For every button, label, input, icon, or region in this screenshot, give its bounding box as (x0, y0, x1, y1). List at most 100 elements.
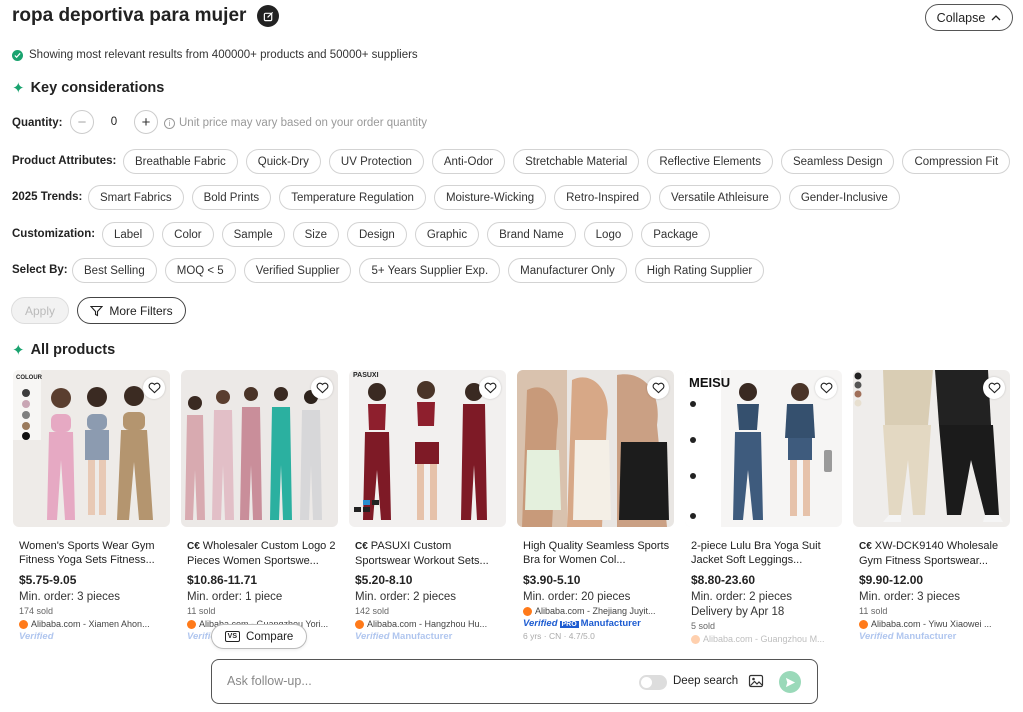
product-name[interactable]: Women's Sports Wear Gym Fitness Yoga Set… (13, 539, 170, 567)
product-min-order: Min. order: 1 piece (187, 591, 283, 603)
more-filters-button[interactable]: More Filters (77, 297, 186, 324)
product-min-order: Min. order: 2 pieces (355, 591, 456, 603)
quantity-input[interactable]: 0 (98, 116, 130, 128)
favorite-button[interactable] (311, 377, 333, 399)
heart-icon (652, 382, 664, 394)
alibaba-logo-icon (355, 619, 364, 629)
heart-icon (988, 382, 1000, 394)
product-supplier[interactable]: Alibaba.com - Guangzhou M... (685, 634, 842, 644)
product-image[interactable]: PASUXI (349, 370, 506, 527)
chip-select-by[interactable]: Verified Supplier (243, 258, 352, 283)
select-by-label: Select By: (12, 264, 68, 276)
chip-trend[interactable]: Smart Fabrics (88, 185, 184, 210)
info-icon: i (164, 117, 175, 129)
chip-customization[interactable]: Size (292, 222, 339, 247)
favorite-button[interactable] (983, 377, 1005, 399)
chip-product-attribute[interactable]: Stretchable Material (513, 149, 640, 174)
favorite-button[interactable] (479, 377, 501, 399)
quantity-stepper: − 0 + (70, 110, 158, 134)
chip-product-attribute[interactable]: Compression Fit (902, 149, 1011, 174)
chip-product-attribute[interactable]: Seamless Design (780, 149, 895, 174)
chip-product-attribute[interactable]: Breathable Fabric (123, 149, 238, 174)
chip-customization[interactable]: Package (641, 222, 711, 247)
product-price: $5.20-8.10 (355, 573, 413, 587)
product-delivery: Delivery by Apr 18 (691, 606, 785, 618)
compare-button[interactable]: VS Compare (211, 624, 307, 649)
product-name[interactable]: C€ PASUXI Custom Sportswear Workout Sets.… (349, 539, 506, 567)
ce-mark-icon: C€ (187, 541, 200, 552)
apply-button[interactable]: Apply (11, 297, 69, 324)
product-attributes-chips: Breathable Fabric Quick-Dry UV Protectio… (123, 149, 1011, 174)
followup-input[interactable] (227, 674, 607, 688)
results-summary: Showing most relevant results from 40000… (12, 49, 418, 61)
product-supplier[interactable]: Alibaba.com - Zhejiang Juyit... (517, 606, 674, 616)
chip-select-by[interactable]: MOQ < 5 (164, 258, 236, 283)
chip-product-attribute[interactable]: UV Protection (328, 149, 424, 174)
product-image[interactable]: MEISU (685, 370, 842, 527)
product-supplier[interactable]: Alibaba.com - Xiamen Ahon... (13, 619, 170, 629)
chip-customization[interactable]: Brand Name (487, 222, 576, 247)
collapse-button[interactable]: Collapse (925, 4, 1013, 31)
edit-query-button[interactable] (257, 5, 279, 27)
product-min-order: Min. order: 3 pieces (19, 591, 120, 603)
favorite-button[interactable] (143, 377, 165, 399)
product-name[interactable]: High Quality Seamless Sports Bra for Wom… (517, 539, 674, 567)
chip-customization[interactable]: Sample (221, 222, 285, 247)
product-supplier[interactable]: Alibaba.com - Hangzhou Hu... (349, 619, 506, 629)
product-name[interactable]: C€ XW-DCK9140 Wholesale Gym Fitness Sport… (853, 539, 1010, 567)
chip-trend[interactable]: Moisture-Wicking (433, 185, 547, 210)
chip-customization[interactable]: Color (162, 222, 214, 247)
product-card[interactable]: C€ Wholesaler Custom Logo 2 Pieces Women … (181, 370, 338, 644)
followup-bar: Deep search (211, 659, 818, 704)
product-card[interactable]: C€ XW-DCK9140 Wholesale Gym Fitness Sport… (853, 370, 1010, 644)
chip-customization[interactable]: Graphic (414, 222, 480, 247)
quantity-increment-button[interactable]: + (134, 110, 158, 134)
favorite-button[interactable] (815, 377, 837, 399)
product-image[interactable] (517, 370, 674, 527)
collapse-label: Collapse (936, 10, 986, 25)
chip-select-by[interactable]: Best Selling (72, 258, 157, 283)
product-card[interactable]: High Quality Seamless Sports Bra for Wom… (517, 370, 674, 644)
heart-icon (316, 382, 328, 394)
image-upload-icon[interactable] (748, 673, 764, 689)
chip-select-by[interactable]: Manufacturer Only (508, 258, 627, 283)
product-image[interactable] (853, 370, 1010, 527)
product-card[interactable]: MEISU 2-piece Lulu Bra Yoga Suit Jacket … (685, 370, 842, 644)
chip-product-attribute[interactable]: Reflective Elements (647, 149, 773, 174)
product-grid: COLOUR Women's Sports Wear Gym Fitness Y… (13, 370, 1010, 644)
product-image[interactable]: COLOUR (13, 370, 170, 527)
product-card[interactable]: COLOUR Women's Sports Wear Gym Fitness Y… (13, 370, 170, 644)
verified-badge: Verified (19, 631, 54, 642)
customization-label: Customization: (12, 228, 96, 240)
chip-trend[interactable]: Retro-Inspired (554, 185, 651, 210)
chip-trend[interactable]: Bold Prints (191, 185, 272, 210)
chip-select-by[interactable]: 5+ Years Supplier Exp. (359, 258, 501, 283)
all-products-title: All products (30, 342, 116, 358)
quantity-decrement-button[interactable]: − (70, 110, 94, 134)
select-by-chips: Best Selling MOQ < 5 Verified Supplier 5… (72, 258, 765, 283)
product-card[interactable]: PASUXI C€ PASUXI Custom Sportswear Workou… (349, 370, 506, 644)
product-name[interactable]: 2-piece Lulu Bra Yoga Suit Jacket Soft L… (685, 539, 842, 567)
product-attributes-label: Product Attributes: (12, 155, 117, 167)
send-button[interactable] (779, 671, 801, 693)
alibaba-logo-icon (691, 634, 700, 644)
chip-customization[interactable]: Logo (583, 222, 634, 247)
chip-trend[interactable]: Versatile Athleisure (659, 185, 781, 210)
product-supplier[interactable]: Alibaba.com - Yiwu Xiaowei ... (853, 619, 1010, 629)
chip-customization[interactable]: Label (102, 222, 155, 247)
chip-select-by[interactable]: High Rating Supplier (634, 258, 765, 283)
deep-search-toggle[interactable] (639, 675, 667, 690)
chip-product-attribute[interactable]: Anti-Odor (431, 149, 506, 174)
product-price: $9.90-12.00 (859, 573, 924, 587)
quantity-note-text: Unit price may vary based on your order … (179, 117, 428, 129)
chip-product-attribute[interactable]: Quick-Dry (245, 149, 321, 174)
product-name[interactable]: C€ Wholesaler Custom Logo 2 Pieces Women … (181, 539, 338, 567)
chip-customization[interactable]: Design (347, 222, 407, 247)
vs-icon: VS (224, 631, 241, 642)
chip-trend[interactable]: Temperature Regulation (279, 185, 426, 210)
favorite-button[interactable] (647, 377, 669, 399)
verified-badge: Verified Manufacturer (355, 631, 453, 642)
sparkle-icon: ✦ (12, 79, 25, 97)
chip-trend[interactable]: Gender-Inclusive (788, 185, 900, 210)
product-image[interactable] (181, 370, 338, 527)
